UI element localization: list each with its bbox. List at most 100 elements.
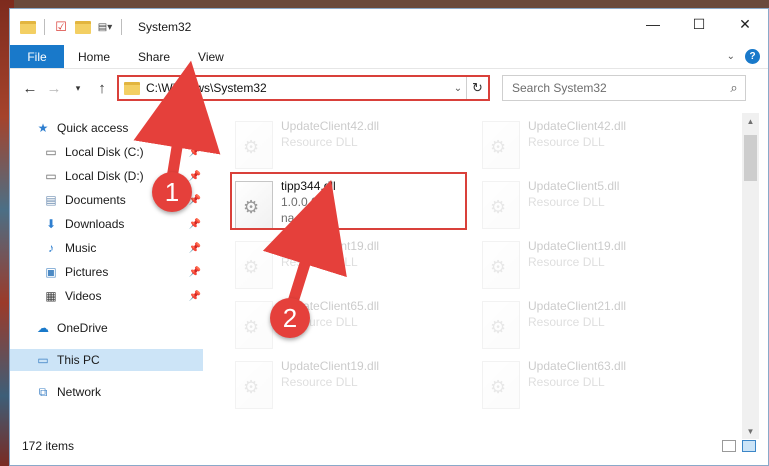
file-list: UpdateClient42.dll Resource DLL UpdateCli…: [215, 107, 735, 437]
large-icons-view-icon[interactable]: [742, 440, 756, 452]
address-bar[interactable]: C:\Windows\System32 ⌄ ↻: [117, 75, 490, 101]
refresh-button[interactable]: ↻: [466, 77, 488, 99]
file-description: Resource DLL: [528, 195, 605, 209]
toolbar-divider: [121, 19, 122, 35]
file-name: UpdateClient21.dll: [528, 299, 627, 313]
maximize-button[interactable]: ☐: [676, 9, 722, 39]
file-item[interactable]: UpdateClient42.dll Resource DLL: [233, 117, 469, 173]
view-switcher: [722, 440, 768, 452]
search-box[interactable]: ⌕: [502, 75, 746, 101]
sidebar-item-label: Videos: [65, 289, 102, 303]
sidebar-item-music[interactable]: ♪ Music 📌: [10, 237, 203, 259]
help-icon[interactable]: ?: [745, 49, 760, 64]
dll-file-icon: [482, 301, 520, 349]
expand-ribbon-icon[interactable]: ⌄: [727, 51, 735, 62]
pin-icon: 📌: [188, 218, 201, 230]
sidebar-item-network[interactable]: ⧉ Network: [10, 381, 203, 403]
sidebar-item-this-pc[interactable]: ▭ This PC: [10, 349, 203, 371]
back-button[interactable]: ←: [18, 76, 42, 100]
computer-icon: ▭: [37, 353, 49, 367]
tab-home[interactable]: Home: [64, 45, 124, 68]
explorer-window: ☑ ▤▾ System32 — ☐ ✕ File Home Share View…: [9, 8, 769, 466]
sidebar-item-label: Network: [57, 385, 102, 399]
sidebar-item-pictures[interactable]: ▣ Pictures 📌: [10, 261, 203, 283]
star-icon: ★: [37, 121, 49, 135]
up-button[interactable]: ↑: [90, 76, 114, 100]
sidebar-item-downloads[interactable]: ⬇ Downloads 📌: [10, 213, 203, 235]
step-1-badge: 1: [152, 172, 192, 212]
navigation-bar: ← → ▾ ↑ C:\Windows\System32 ⌄ ↻ ⌕: [10, 73, 768, 103]
title-bar: ☑ ▤▾ System32 — ☐ ✕: [10, 9, 768, 45]
dll-file-icon: [482, 181, 520, 229]
status-bar: 172 items: [10, 435, 768, 457]
quick-access-toolbar: ☑ ▤▾ System32: [10, 9, 191, 45]
new-folder-icon[interactable]: [75, 19, 91, 35]
sidebar-item-label: Local Disk (C:): [65, 145, 144, 159]
sidebar-item-quick-access[interactable]: ★ Quick access: [10, 117, 203, 139]
file-description: Resource DLL: [281, 375, 358, 389]
dll-file-icon: [482, 361, 520, 409]
customize-toolbar-icon[interactable]: ▤▾: [97, 19, 113, 35]
pin-icon: 📌: [188, 146, 201, 158]
drive-icon: ▭: [45, 145, 57, 159]
forward-button[interactable]: →: [42, 76, 66, 100]
sidebar-item-label: OneDrive: [57, 321, 108, 335]
recent-locations-button[interactable]: ▾: [66, 76, 90, 100]
file-item[interactable]: UpdateClient5.dll Resource DLL: [480, 177, 716, 233]
pin-icon: 📌: [188, 170, 201, 182]
file-item[interactable]: UpdateClient19.dll Resource DLL: [233, 357, 469, 413]
tab-share[interactable]: Share: [124, 45, 184, 68]
file-name: UpdateClient19.dll: [281, 359, 380, 373]
minimize-button[interactable]: —: [630, 9, 676, 39]
cloud-icon: ☁: [37, 321, 49, 335]
sidebar-item-label: Downloads: [65, 217, 125, 231]
search-input[interactable]: [503, 81, 723, 95]
details-view-icon[interactable]: [722, 440, 736, 452]
address-dropdown-icon[interactable]: ⌄: [450, 83, 466, 94]
item-count: 172 items: [22, 439, 75, 453]
sidebar-item-label: Pictures: [65, 265, 109, 279]
window-controls: — ☐ ✕: [630, 9, 768, 39]
sidebar-item-onedrive[interactable]: ☁ OneDrive: [10, 317, 203, 339]
file-item[interactable]: UpdateClient21.dll Resource DLL: [480, 297, 716, 353]
sidebar-item-label: Music: [65, 241, 97, 255]
file-description: Resource DLL: [528, 255, 605, 269]
vertical-scrollbar[interactable]: ▲ ▼: [742, 113, 759, 439]
search-icon[interactable]: ⌕: [723, 80, 745, 96]
navigation-pane: ★ Quick access ▭ Local Disk (C:) 📌 ▭ Loc…: [10, 113, 203, 439]
tab-file[interactable]: File: [10, 45, 64, 68]
dll-file-icon: [235, 301, 273, 349]
file-name: UpdateClient42.dll: [528, 119, 627, 133]
drive-icon: ▭: [45, 169, 57, 183]
ribbon-tabs: File Home Share View ⌄ ?: [10, 45, 768, 69]
scroll-up-icon[interactable]: ▲: [742, 113, 759, 129]
ribbon-right: ⌄ ?: [727, 45, 768, 68]
file-item[interactable]: UpdateClient42.dll Resource DLL: [480, 117, 716, 173]
toolbar-divider: [44, 19, 45, 35]
step-2-badge: 2: [270, 298, 310, 338]
file-name: UpdateClient63.dll: [528, 359, 627, 373]
address-path[interactable]: C:\Windows\System32: [146, 81, 450, 95]
sidebar-item-videos[interactable]: ▦ Videos 📌: [10, 285, 203, 307]
file-item[interactable]: UpdateClient63.dll Resource DLL: [480, 357, 716, 413]
close-button[interactable]: ✕: [722, 9, 768, 39]
folder-icon: [124, 81, 140, 95]
file-item[interactable]: UpdateClient65.dllResource DLL: [233, 297, 469, 353]
tab-view[interactable]: View: [184, 45, 238, 68]
folder-icon: [20, 19, 36, 35]
sidebar-item-local-disk-c[interactable]: ▭ Local Disk (C:) 📌: [10, 141, 203, 163]
file-name: UpdateClient42.dll: [281, 119, 380, 133]
file-description: Resource DLL: [528, 315, 605, 329]
file-description: Resource DLL: [528, 375, 605, 389]
network-icon: ⧉: [38, 384, 48, 399]
file-name: UpdateClient5.dll: [528, 179, 620, 193]
file-name: UpdateClient19.dll: [528, 239, 627, 253]
file-description: Resource DLL: [528, 135, 605, 149]
pin-icon: 📌: [188, 266, 201, 278]
file-name: UpdateClient19.dll: [281, 239, 380, 253]
file-item[interactable]: UpdateClient19.dll Resource DLL: [233, 237, 469, 293]
properties-icon[interactable]: ☑: [53, 19, 69, 35]
scrollbar-thumb[interactable]: [744, 135, 757, 181]
dll-file-icon: [482, 121, 520, 169]
file-item[interactable]: UpdateClient19.dll Resource DLL: [480, 237, 716, 293]
